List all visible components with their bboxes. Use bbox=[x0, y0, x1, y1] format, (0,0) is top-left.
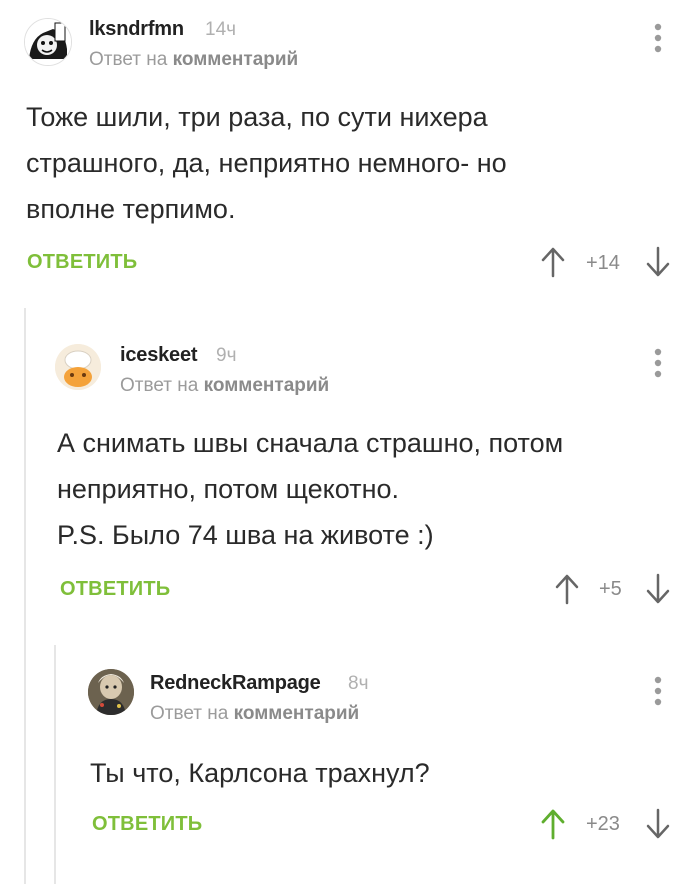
rating-value: +23 bbox=[586, 813, 620, 835]
reply-to-line: Ответ на комментарий bbox=[150, 703, 359, 725]
comment-time: 8ч bbox=[348, 673, 369, 694]
reply-button[interactable]: ОТВЕТИТЬ bbox=[92, 813, 202, 836]
reply-to-link[interactable]: комментарий bbox=[234, 703, 360, 724]
comment-text: Ты что, Карлсона трахнул? bbox=[90, 758, 430, 788]
comment-username[interactable]: RedneckRampage bbox=[150, 672, 321, 695]
more-vertical-icon[interactable] bbox=[651, 675, 665, 711]
upvote-arrow-icon[interactable] bbox=[540, 808, 566, 840]
avatar[interactable] bbox=[88, 669, 134, 715]
comment-3: RedneckRampage 8ч Ответ на комментарий Т… bbox=[0, 0, 700, 884]
reply-to-prefix: Ответ на bbox=[150, 703, 229, 724]
downvote-arrow-icon[interactable] bbox=[645, 808, 671, 840]
